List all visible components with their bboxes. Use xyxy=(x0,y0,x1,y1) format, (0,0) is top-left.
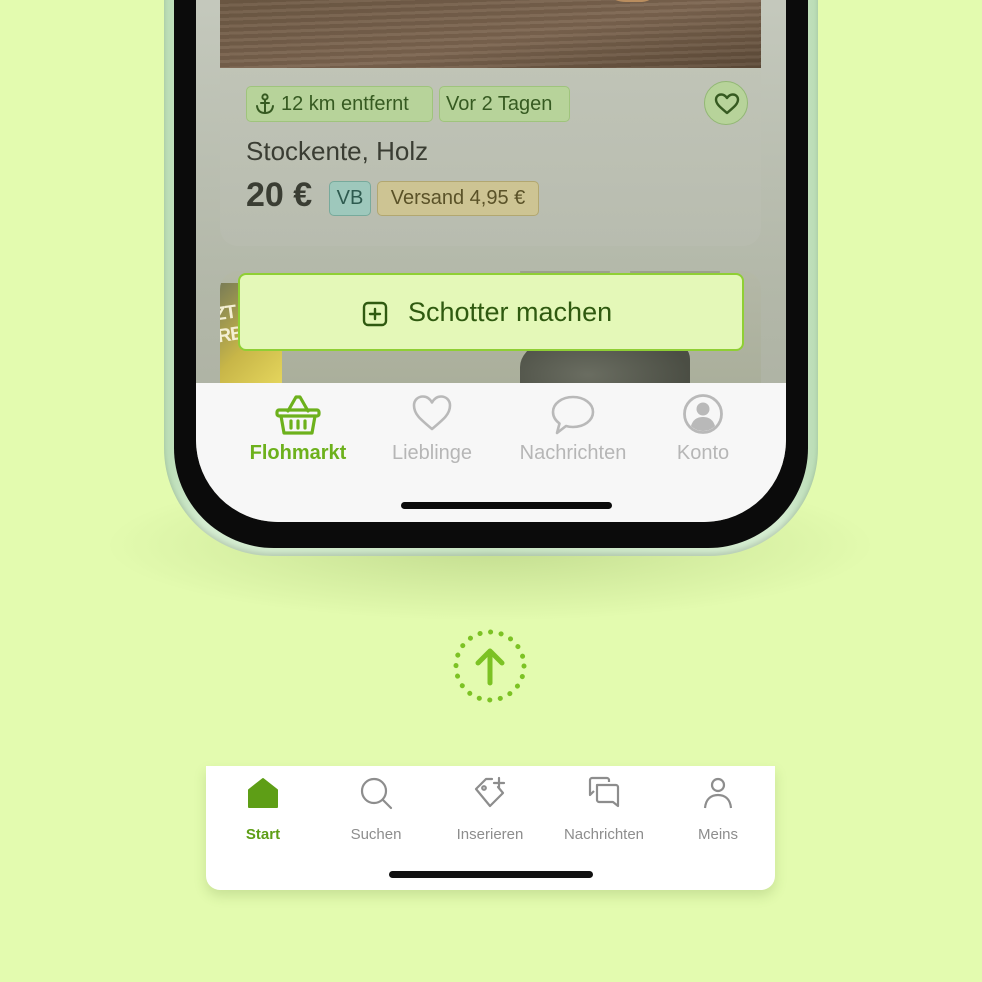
tab-lieblinge[interactable]: Lieblinge xyxy=(372,383,492,483)
chat-icon xyxy=(587,776,621,815)
tab-flohmarkt-label: Flohmarkt xyxy=(249,442,347,464)
tab-suchen[interactable]: Suchen xyxy=(319,776,433,846)
cta-label: Schotter machen xyxy=(408,297,613,327)
tab-inserieren[interactable]: Inserieren xyxy=(433,776,547,846)
distance-chip: 12 km entfernt xyxy=(246,86,433,122)
account-circle-icon xyxy=(682,393,724,440)
home-indicator-new xyxy=(389,871,593,878)
negotiable-badge: VB xyxy=(329,181,371,216)
tab-meins-label: Meins xyxy=(697,826,738,843)
listing-photo[interactable] xyxy=(220,0,761,68)
heart-icon xyxy=(714,93,740,115)
age-chip: Vor 2 Tagen xyxy=(439,86,570,122)
arrow-up-dotted-circle-icon xyxy=(452,628,528,704)
tab-suchen-label: Suchen xyxy=(350,826,402,843)
anchor-icon xyxy=(254,93,276,128)
tab-start-label: Start xyxy=(245,826,281,843)
schotter-machen-button[interactable]: Schotter machen xyxy=(238,273,744,351)
shipping-badge: Versand 4,95 € xyxy=(377,181,539,216)
tab-lieblinge-label: Lieblinge xyxy=(391,442,473,464)
tab-konto-label: Konto xyxy=(676,442,730,464)
search-icon xyxy=(359,776,393,815)
new-tab-bar: Start Suchen Inserieren Nachrichten Mein… xyxy=(206,766,775,890)
tab-nachrichten[interactable]: Nachrichten xyxy=(503,383,643,483)
speech-bubble-icon xyxy=(550,393,596,442)
home-icon xyxy=(246,776,280,815)
home-indicator xyxy=(401,502,612,509)
basket-icon xyxy=(274,393,322,442)
listing-price: 20 € xyxy=(246,176,313,214)
listing-title: Stockente, Holz xyxy=(246,136,429,166)
heart-icon xyxy=(411,393,453,438)
tab-nachrichten-new[interactable]: Nachrichten xyxy=(547,776,661,846)
tab-inserieren-label: Inserieren xyxy=(456,826,524,843)
person-icon xyxy=(701,776,735,815)
plus-square-icon xyxy=(362,301,388,334)
old-tab-bar: Flohmarkt Lieblinge Nachrichten Konto xyxy=(196,383,786,522)
distance-text: 12 km entfernt xyxy=(281,93,409,115)
tab-nachrichten-new-label: Nachrichten xyxy=(563,826,645,843)
tab-start[interactable]: Start xyxy=(206,776,320,846)
tag-plus-icon xyxy=(473,776,507,815)
tab-meins[interactable]: Meins xyxy=(661,776,775,846)
tab-flohmarkt[interactable]: Flohmarkt xyxy=(238,383,358,483)
favorite-button[interactable] xyxy=(704,81,748,125)
tab-nachrichten-label: Nachrichten xyxy=(519,442,627,464)
listing-card[interactable]: 12 km entfernt Vor 2 Tagen Stockente, Ho… xyxy=(220,0,761,246)
phone-screen: 12 km entfernt Vor 2 Tagen Stockente, Ho… xyxy=(196,0,786,522)
tab-konto[interactable]: Konto xyxy=(643,383,763,483)
